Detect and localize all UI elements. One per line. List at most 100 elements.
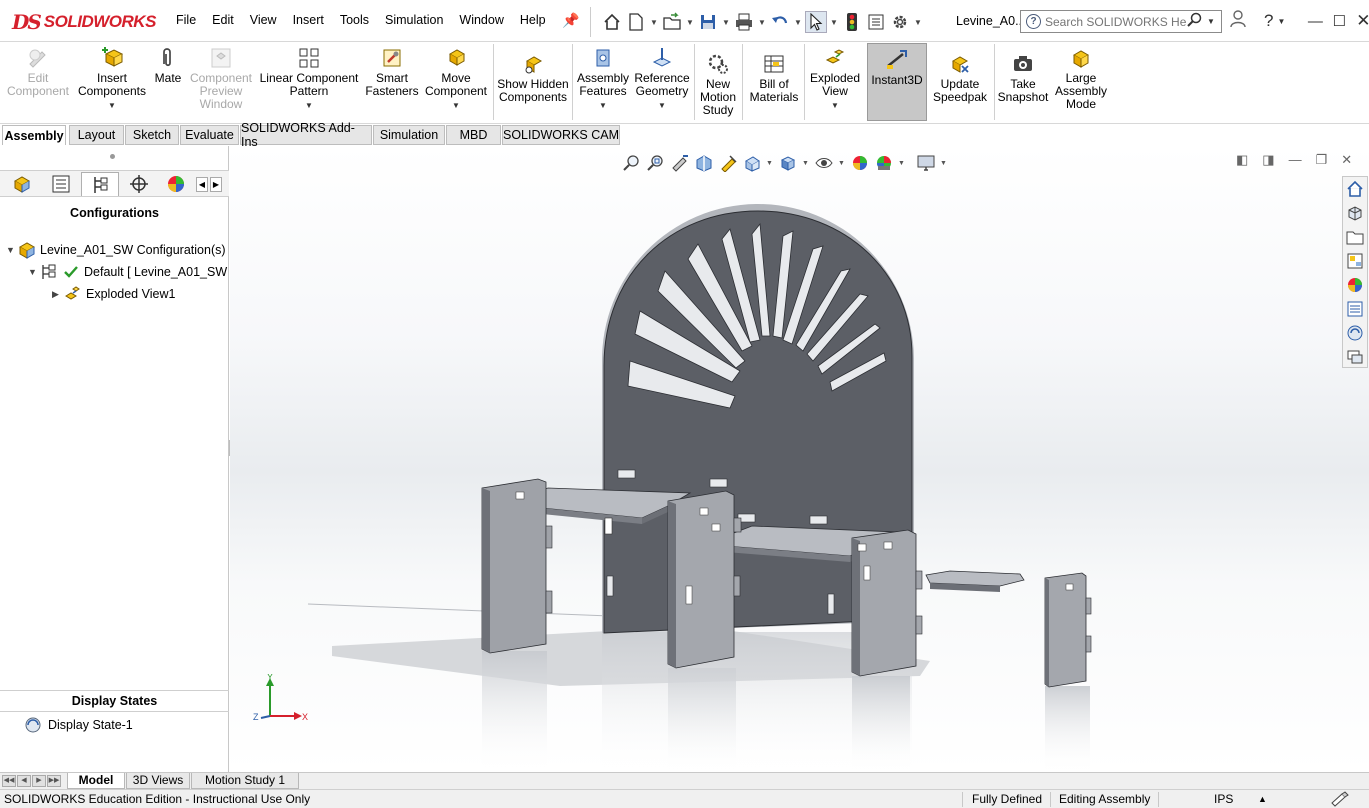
tab-model[interactable]: Model: [67, 773, 125, 789]
new-motion-study-button[interactable]: New Motion Study: [696, 52, 740, 117]
left-side-panel-part[interactable]: [481, 478, 553, 654]
pin-icon[interactable]: 📌: [562, 12, 579, 29]
tab-display-manager[interactable]: [159, 172, 193, 196]
new-dropdown-icon[interactable]: ▼: [649, 18, 659, 27]
menu-view[interactable]: View: [250, 13, 277, 27]
tree-item-default-configuration[interactable]: ▼ Default [ Levine_A01_SW: [28, 263, 227, 281]
tab-assembly[interactable]: Assembly: [2, 125, 66, 145]
search-help-box[interactable]: ? ▼: [1020, 10, 1222, 33]
select-cursor-icon[interactable]: [805, 11, 827, 33]
menu-window[interactable]: Window: [459, 13, 503, 27]
status-units[interactable]: IPS: [1214, 792, 1233, 806]
appearances-scenes-icon[interactable]: [1344, 274, 1366, 296]
forum-chat-icon[interactable]: [1344, 346, 1366, 368]
collapse-chevron-icon[interactable]: ▼: [6, 245, 18, 255]
menu-help[interactable]: Help: [520, 13, 546, 27]
exploded-view-button[interactable]: Exploded View ▼: [806, 46, 864, 112]
scroll-left-icon[interactable]: ◀: [196, 177, 208, 192]
right-side-panel-part[interactable]: [851, 529, 923, 677]
component-preview-button[interactable]: Component Preview Window: [188, 46, 254, 111]
graphics-area[interactable]: ▼ ▼ ▼ ▼ ▼ ◧ ◨ — ❐ ✕ Y X Z: [230, 146, 1369, 772]
tab-evaluate[interactable]: Evaluate: [180, 125, 239, 145]
custom-properties-icon[interactable]: [1344, 298, 1366, 320]
tab-motion-study-1[interactable]: Motion Study 1: [191, 773, 299, 789]
solidworks-forum-icon[interactable]: [1344, 322, 1366, 344]
large-assembly-mode-button[interactable]: Large Assembly Mode: [1052, 46, 1110, 111]
search-icon[interactable]: [1187, 12, 1203, 31]
linear-pattern-dropdown-icon[interactable]: ▼: [305, 99, 313, 112]
menu-tools[interactable]: Tools: [340, 13, 369, 27]
last-tab-icon[interactable]: ▶▶: [47, 775, 61, 787]
undo-icon[interactable]: [769, 11, 791, 33]
tab-sketch[interactable]: Sketch: [125, 125, 179, 145]
save-dropdown-icon[interactable]: ▼: [721, 18, 731, 27]
move-component-button[interactable]: Move Component ▼: [422, 46, 490, 112]
display-state-item[interactable]: Display State-1: [24, 716, 133, 734]
menu-edit[interactable]: Edit: [212, 13, 234, 27]
collapse-chevron-icon[interactable]: ▼: [28, 267, 40, 277]
search-help-input[interactable]: [1045, 14, 1187, 29]
bill-of-materials-button[interactable]: Bill of Materials: [746, 52, 802, 104]
maximize-icon[interactable]: ☐: [1329, 12, 1349, 30]
search-dropdown-icon[interactable]: ▼: [1207, 17, 1215, 26]
user-account-icon[interactable]: [1230, 10, 1246, 32]
print-dropdown-icon[interactable]: ▼: [757, 18, 767, 27]
open-dropdown-icon[interactable]: ▼: [685, 18, 695, 27]
scroll-right-icon[interactable]: ▶: [210, 177, 222, 192]
first-tab-icon[interactable]: ◀◀: [2, 775, 16, 787]
previous-tab-icon[interactable]: ◀: [17, 775, 31, 787]
panel-grip-handle[interactable]: [110, 154, 115, 159]
select-dropdown-icon[interactable]: ▼: [829, 18, 839, 27]
tab-property-manager[interactable]: [42, 172, 80, 196]
menu-insert[interactable]: Insert: [293, 13, 324, 27]
tab-solidworks-add-ins[interactable]: SOLIDWORKS Add-Ins: [240, 121, 372, 149]
menu-file[interactable]: File: [176, 13, 196, 27]
file-properties-icon[interactable]: [865, 11, 887, 33]
show-hidden-components-button[interactable]: Show Hidden Components: [496, 52, 570, 104]
tab-solidworks-cam[interactable]: SOLIDWORKS CAM: [502, 125, 620, 145]
take-snapshot-button[interactable]: Take Snapshot: [996, 52, 1050, 104]
next-tab-icon[interactable]: ▶: [32, 775, 46, 787]
tab-configuration-manager[interactable]: [81, 172, 119, 196]
solidworks-resources-home-icon[interactable]: [1344, 178, 1366, 200]
options-dropdown-icon[interactable]: ▼: [913, 18, 923, 27]
tab-mbd[interactable]: MBD: [446, 125, 501, 145]
reference-geometry-button[interactable]: Reference Geometry ▼: [632, 46, 692, 112]
mate-button[interactable]: Mate: [150, 46, 186, 85]
rebuild-icon[interactable]: [841, 11, 863, 33]
help-dropdown-icon[interactable]: ▼: [1277, 17, 1285, 26]
insert-components-button[interactable]: Insert Components ▼: [76, 46, 148, 112]
tab-layout[interactable]: Layout: [69, 125, 124, 145]
solidworks-logo[interactable]: DS SOLIDWORKS: [12, 7, 156, 37]
assembly-model-view[interactable]: [230, 146, 1340, 772]
print-icon[interactable]: [733, 11, 755, 33]
undo-dropdown-icon[interactable]: ▼: [793, 18, 803, 27]
smart-fasteners-button[interactable]: Smart Fasteners: [364, 46, 420, 98]
menu-simulation[interactable]: Simulation: [385, 13, 443, 27]
file-explorer-folder-icon[interactable]: [1344, 226, 1366, 248]
tab-3d-views[interactable]: 3D Views: [126, 773, 190, 789]
minimize-icon[interactable]: —: [1305, 13, 1325, 30]
edit-component-button[interactable]: Edit Component: [6, 46, 70, 98]
linear-component-pattern-button[interactable]: Linear Component Pattern ▼: [256, 46, 362, 112]
assembly-features-dropdown-icon[interactable]: ▼: [599, 99, 607, 112]
exploded-bracket-plate-part[interactable]: [925, 570, 1025, 592]
center-side-panel-part[interactable]: [667, 490, 742, 669]
open-icon[interactable]: [661, 11, 683, 33]
design-library-icon[interactable]: [1344, 202, 1366, 224]
tab-simulation[interactable]: Simulation: [373, 125, 445, 145]
units-dropdown-icon[interactable]: ▲: [1258, 794, 1267, 804]
tab-dimxpert-manager[interactable]: [120, 172, 158, 196]
customize-status-icon[interactable]: [1330, 791, 1350, 808]
tree-item-exploded-view[interactable]: ▶ Exploded View1: [52, 285, 175, 303]
view-palette-icon[interactable]: [1344, 250, 1366, 272]
close-icon[interactable]: ✕: [1353, 11, 1369, 31]
options-gear-icon[interactable]: [889, 11, 911, 33]
assembly-features-button[interactable]: Assembly Features ▼: [576, 46, 630, 112]
insert-components-dropdown-icon[interactable]: ▼: [108, 99, 116, 112]
help-icon[interactable]: ?: [1264, 11, 1273, 31]
expand-chevron-icon[interactable]: ▶: [52, 289, 64, 300]
exploded-view-dropdown-icon[interactable]: ▼: [831, 99, 839, 112]
save-icon[interactable]: [697, 11, 719, 33]
viewport-close-icon[interactable]: ✕: [1341, 152, 1352, 168]
